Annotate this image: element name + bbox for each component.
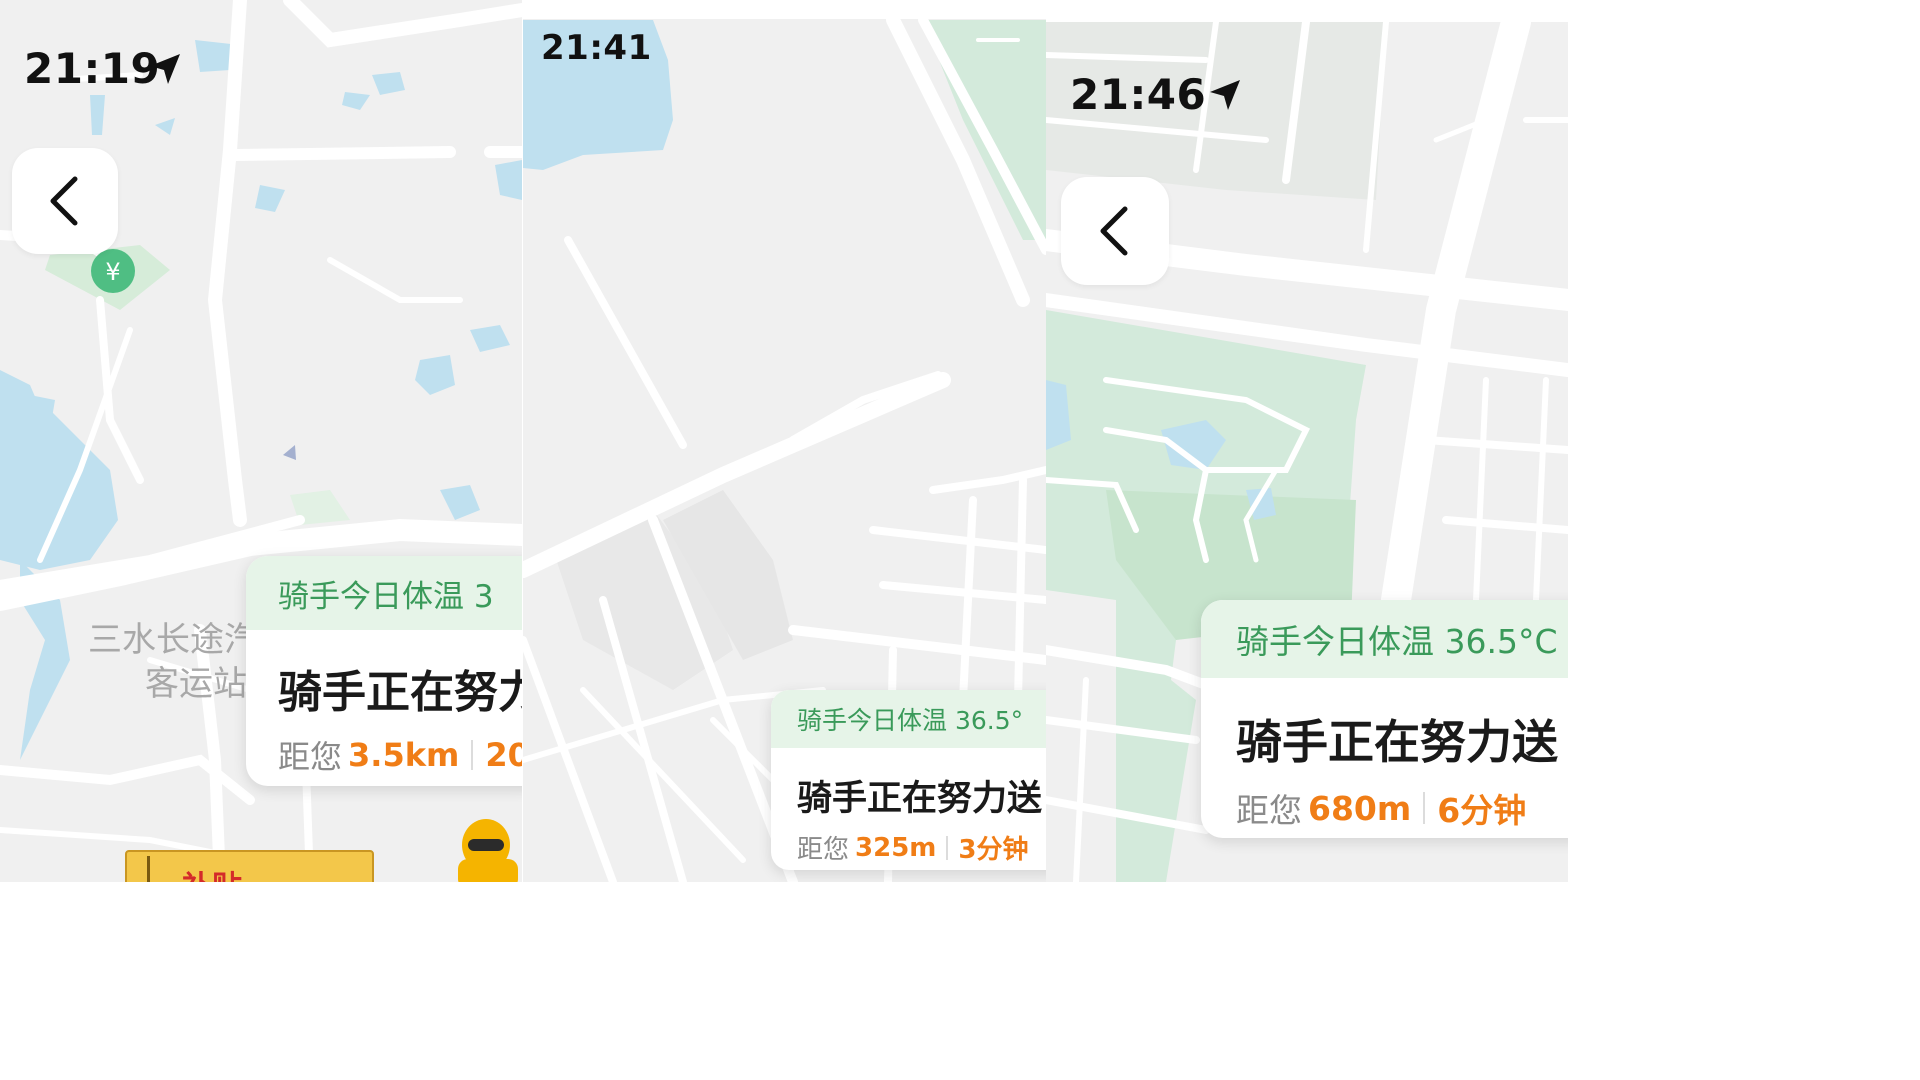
divider: [471, 740, 474, 770]
map-screen-1: ¥ 三水长途汽 客运站 21:19 骑手今日体温 3 骑手正在努力 距您 3.5…: [0, 0, 522, 882]
location-arrow-icon: [150, 54, 180, 84]
back-button[interactable]: [12, 148, 118, 254]
distance-value: 325m: [855, 832, 937, 863]
status-bar-time: 21:19: [24, 44, 161, 93]
status-bar-strip: [523, 0, 1046, 19]
distance-value: 3.5km: [348, 736, 460, 774]
map-screen-2: 21:41 骑手今日体温 36.5° 骑手正在努力送 距您 325m 3分钟: [523, 0, 1046, 882]
rider-status-title: 骑手正在努力: [278, 667, 522, 718]
map-label-bus-station-line2: 客运站: [145, 664, 247, 704]
status-bar-time: 21:41: [541, 28, 652, 68]
rider-status-card[interactable]: 骑手今日体温 36.5° 骑手正在努力送 距您 325m 3分钟: [771, 690, 1046, 870]
coupon-stub: [147, 856, 168, 882]
divider: [946, 835, 949, 860]
metro-station-icon[interactable]: ¥: [91, 249, 135, 293]
divider: [1423, 792, 1426, 824]
rider-distance-row: 距您 325m 3分钟: [771, 829, 1046, 866]
status-bar-time: 21:46: [1070, 70, 1207, 119]
distance-prefix: 距您: [797, 835, 850, 865]
distance-value: 680m: [1308, 788, 1412, 828]
rider-temperature-banner: 骑手今日体温 36.5°: [771, 690, 1046, 748]
rider-status-title: 骑手正在努力送: [797, 779, 1043, 819]
rider-temperature-banner: 骑手今日体温 36.5°C: [1201, 600, 1568, 678]
status-bar-strip: [1046, 0, 1568, 22]
map-screen-3: 21:46 骑手今日体温 36.5°C 骑手正在努力送 距您 680m 6分钟: [1046, 0, 1568, 882]
promo-coupon-banner[interactable]: 补贴: [125, 850, 374, 882]
rider-distance-row: 距您 3.5km 20: [246, 732, 522, 778]
distance-prefix: 距您: [1236, 791, 1302, 830]
map-label-bus-station: 三水长途汽: [88, 620, 258, 660]
distance-prefix: 距您: [278, 738, 343, 776]
rider-distance-row: 距您 680m 6分钟: [1201, 784, 1568, 832]
rider-status-card[interactable]: 骑手今日体温 3 骑手正在努力 距您 3.5km 20: [246, 556, 522, 786]
rider-status-card[interactable]: 骑手今日体温 36.5°C 骑手正在努力送 距您 680m 6分钟: [1201, 600, 1568, 838]
chevron-left-icon: [1100, 206, 1128, 256]
back-button[interactable]: [1061, 177, 1169, 285]
svg-text:¥: ¥: [105, 258, 120, 286]
location-arrow-icon: [1210, 80, 1240, 110]
rider-status-title: 骑手正在努力送: [1236, 715, 1558, 769]
rider-temperature-banner: 骑手今日体温 3: [246, 556, 522, 630]
eta-value: 3分钟: [958, 835, 1029, 865]
rider-avatar-icon[interactable]: [448, 815, 522, 882]
eta-value: 20: [485, 736, 522, 774]
screenshot-collage: ¥ 三水长途汽 客运站 21:19 骑手今日体温 3 骑手正在努力 距您 3.5…: [0, 0, 1568, 882]
chevron-left-icon: [50, 176, 78, 226]
promo-text: 补贴: [182, 862, 242, 882]
eta-value: 6分钟: [1437, 791, 1527, 830]
